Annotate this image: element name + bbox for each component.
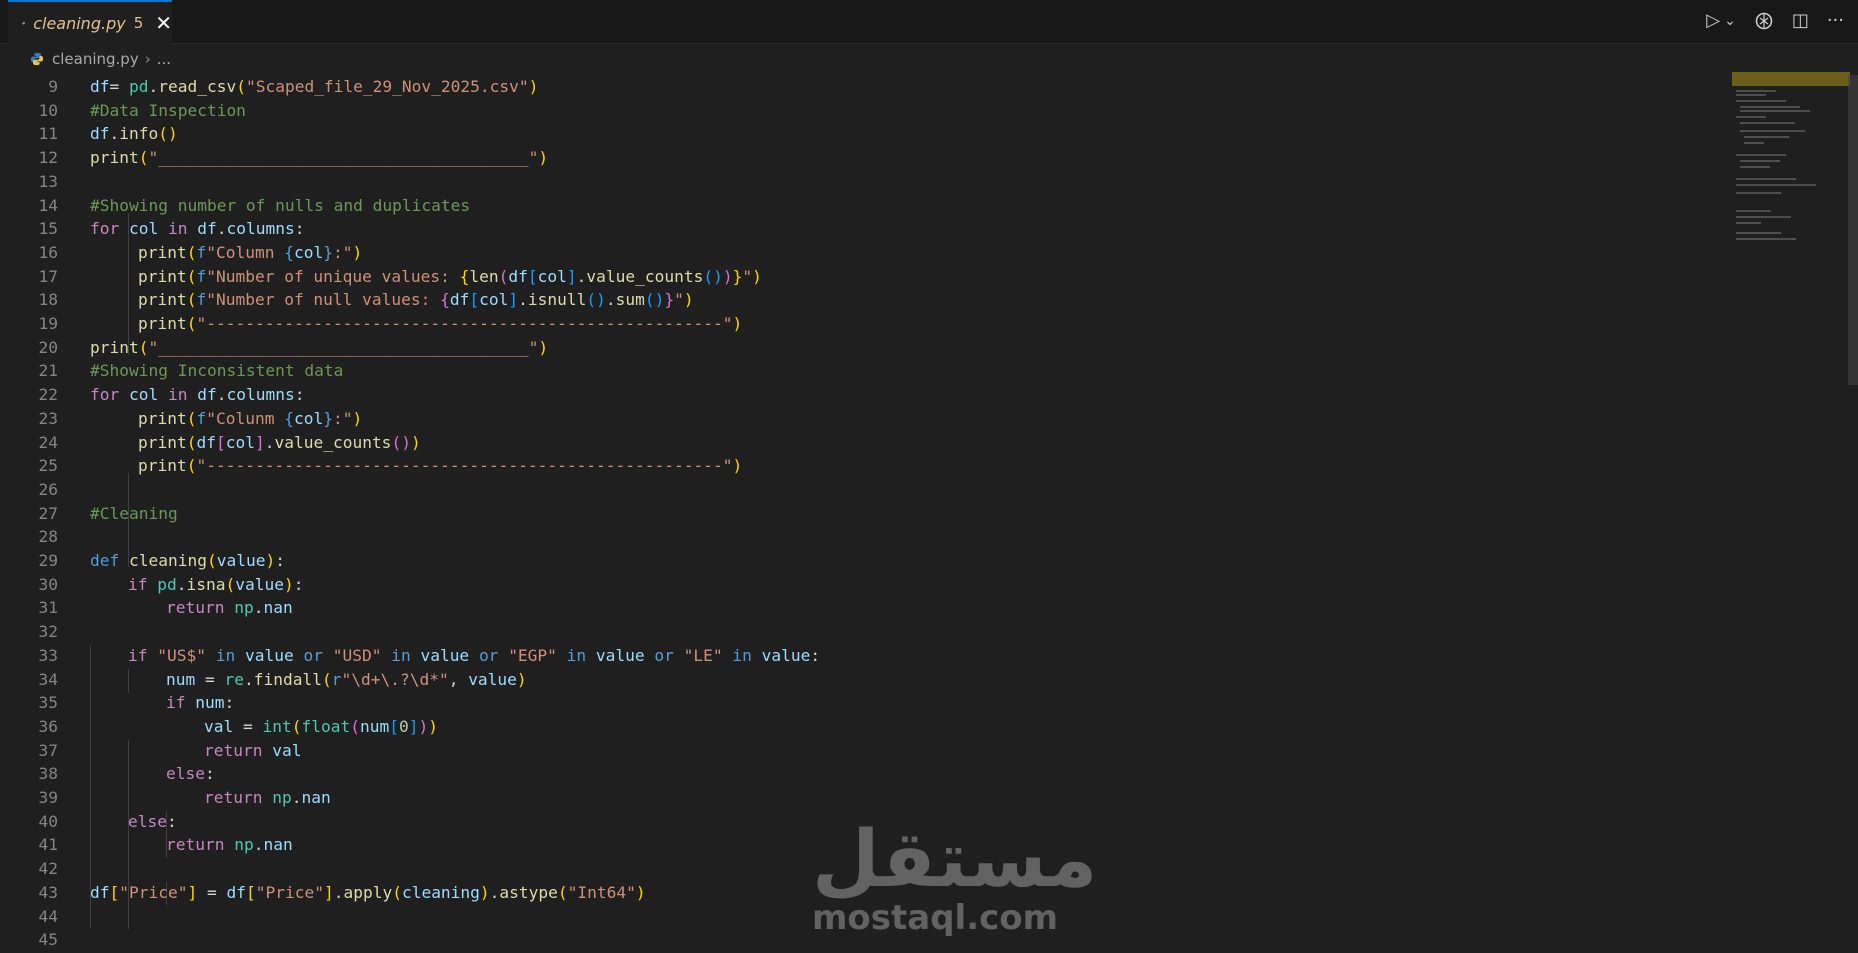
line-number: 28 (38, 527, 59, 547)
line-number: 30 (38, 574, 59, 594)
code-text: return np.nan (166, 598, 293, 618)
python-file-icon (22, 21, 26, 25)
line-number: 13 (38, 171, 59, 191)
line-number: 25 (38, 456, 59, 476)
line-number: 26 (38, 479, 59, 499)
line-number: 15 (38, 219, 59, 239)
code-text: df= pd.read_csv("Scaped_file_29_Nov_2025… (90, 77, 539, 96)
line-number: 20 (38, 337, 59, 357)
close-icon[interactable]: ✕ (155, 13, 172, 33)
code-text: print(f"Column {col}:") (138, 242, 363, 262)
line-number: 44 (38, 906, 59, 926)
python-file-icon (30, 52, 44, 66)
line-number: 43 (38, 882, 59, 902)
minimap-highlight (1732, 72, 1850, 86)
line-number: 39 (38, 788, 59, 807)
code-text: print(f"Colunm {col}:") (138, 408, 363, 428)
code-text: df["Price"] = df["Price"].apply(cleaning… (90, 882, 646, 902)
code-text: if pd.isna(value): (128, 574, 304, 594)
code-text: print(df[col].value_counts()) (138, 432, 421, 452)
line-number: 41 (38, 835, 59, 855)
line-number: 21 (38, 361, 59, 381)
line-number: 9 (48, 77, 58, 96)
line-number: 45 (38, 930, 59, 950)
line-number: 42 (38, 859, 59, 879)
code-text: val = int(float(num[0])) (204, 716, 438, 736)
mostaql-watermark: مستقل mostaql.com (812, 815, 1098, 938)
watermark-arabic: مستقل (812, 815, 1098, 905)
code-text: print(f"Number of unique values: {len(df… (138, 266, 762, 286)
code-text: #Cleaning (90, 503, 178, 523)
line-number: 40 (38, 811, 59, 831)
run-icon[interactable]: ▷ (1706, 10, 1720, 32)
split-editor-icon[interactable]: ◫ (1792, 10, 1809, 32)
line-number: 36 (38, 716, 59, 736)
code-text: df.info() (90, 124, 178, 144)
line-number: 29 (38, 551, 59, 570)
tab-cleaning-py[interactable]: cleaning.py 5 ✕ (8, 0, 172, 44)
code-text: for col in df.columns: (90, 385, 305, 405)
code-text: else: (128, 811, 177, 831)
line-number: 24 (38, 432, 59, 452)
more-actions-icon[interactable]: ··· (1827, 10, 1844, 32)
line-number: 19 (38, 314, 59, 333)
code-text: else: (166, 764, 215, 784)
line-number: 23 (38, 408, 59, 428)
line-number: 14 (38, 195, 59, 215)
line-number: 12 (38, 148, 59, 168)
line-number: 10 (38, 100, 59, 120)
code-text: print("---------------------------------… (138, 314, 743, 333)
breadcrumb-symbols[interactable]: ... (157, 50, 171, 68)
line-number: 32 (38, 622, 59, 642)
line-number: 37 (38, 740, 59, 760)
code-text: return np.nan (166, 835, 293, 855)
tab-bar: cleaning.py 5 ✕ ▷ ⌄ ◫ ··· (0, 0, 1858, 44)
line-number: 16 (38, 242, 59, 262)
vertical-scrollbar[interactable] (1848, 75, 1858, 385)
breadcrumb-separator: › (144, 50, 151, 68)
breadcrumb: cleaning.py › ... (0, 44, 1858, 74)
code-text: print("---------------------------------… (138, 456, 743, 476)
watermark-latin: mostaql.com (812, 898, 1059, 938)
code-text: return val (204, 740, 302, 760)
line-number: 31 (38, 598, 59, 618)
line-number: 38 (38, 764, 59, 784)
line-number: 17 (38, 266, 59, 286)
code-text: #Showing Inconsistent data (90, 361, 344, 381)
line-number: 22 (38, 385, 59, 405)
tab-title: cleaning.py (33, 13, 126, 33)
code-text: for col in df.columns: (90, 219, 305, 239)
line-number: 35 (38, 693, 59, 713)
breadcrumb-file[interactable]: cleaning.py (52, 50, 139, 68)
line-number: 27 (38, 503, 59, 523)
code-text: def cleaning(value): (90, 551, 285, 570)
code-text: return np.nan (204, 788, 331, 807)
indent-guide (128, 669, 129, 693)
line-number: 34 (38, 669, 59, 689)
code-text: #Data Inspection (90, 100, 246, 120)
code-text: num = re.findall(r"\d+\.?\d*", value) (166, 669, 527, 689)
code-text: #Showing number of nulls and duplicates (90, 195, 471, 215)
problems-count-badge: 5 (133, 14, 144, 32)
code-text: if "US$" in value or "USD" in value or "… (128, 645, 821, 665)
openai-icon[interactable] (1754, 11, 1774, 31)
line-number: 18 (38, 290, 59, 310)
line-number: 11 (38, 124, 59, 144)
code-text: print(f"Number of null values: {df[col].… (138, 290, 694, 310)
chevron-down-icon[interactable]: ⌄ (1724, 10, 1736, 32)
code-text: if num: (166, 693, 235, 713)
code-text: print("_________________________________… (90, 148, 549, 168)
minimap[interactable] (1732, 70, 1850, 270)
editor-actions: ▷ ⌄ ◫ ··· (1706, 10, 1844, 32)
code-text: print("_________________________________… (90, 337, 549, 357)
line-number: 33 (38, 645, 59, 665)
